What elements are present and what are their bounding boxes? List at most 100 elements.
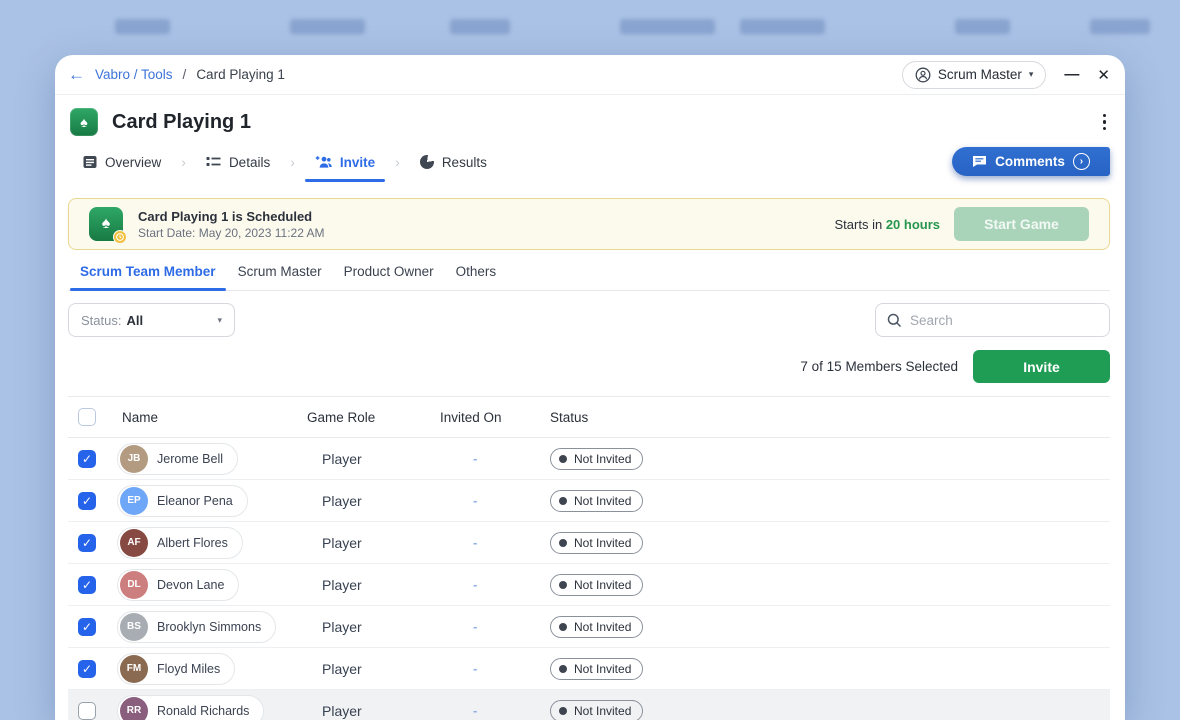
- invited-on-cell: -: [437, 451, 550, 466]
- details-icon: [206, 155, 221, 169]
- minimize-button[interactable]: —: [1064, 66, 1079, 83]
- invite-button[interactable]: Invite: [973, 350, 1110, 383]
- chevron-separator-icon: ›: [395, 154, 400, 170]
- member-chip[interactable]: DL Devon Lane: [117, 569, 239, 601]
- game-role-cell: Player: [307, 451, 437, 467]
- filter-row: Status: All ▾: [68, 303, 1110, 337]
- invited-on-cell: -: [437, 661, 550, 676]
- table-row: RR Ronald Richards Player - Not Invited: [68, 690, 1110, 720]
- role-tab-product-owner[interactable]: Product Owner: [334, 264, 444, 290]
- role-tab-scrum-team-member[interactable]: Scrum Team Member: [70, 264, 226, 290]
- tab-label: Invite: [340, 155, 375, 170]
- search-input[interactable]: [910, 313, 1098, 328]
- tab-details[interactable]: Details: [200, 148, 276, 176]
- window-controls: Scrum Master ▾ — ✕: [902, 61, 1110, 89]
- tab-label: Details: [229, 155, 270, 170]
- breadcrumb-link[interactable]: Vabro / Tools: [95, 67, 173, 82]
- status-filter-dropdown[interactable]: Status: All ▾: [68, 303, 235, 337]
- row-checkbox[interactable]: [78, 450, 96, 468]
- kebab-menu-icon[interactable]: [1099, 110, 1111, 135]
- breadcrumb-separator: /: [183, 67, 187, 82]
- status-dot-icon: [559, 623, 567, 631]
- avatar: EP: [120, 487, 148, 515]
- member-name: Albert Flores: [157, 536, 228, 550]
- starts-in-text: Starts in 20 hours: [835, 217, 941, 232]
- banner-title: Card Playing 1 is Scheduled: [138, 209, 325, 224]
- status-badge: Not Invited: [550, 574, 643, 596]
- invited-on-cell: -: [437, 535, 550, 550]
- close-button[interactable]: ✕: [1097, 66, 1110, 84]
- status-dot-icon: [559, 665, 567, 673]
- status-badge: Not Invited: [550, 532, 643, 554]
- tab-overview[interactable]: Overview: [77, 148, 167, 176]
- invited-on-cell: -: [437, 619, 550, 634]
- role-tab-others[interactable]: Others: [446, 264, 507, 290]
- status-dot-icon: [559, 707, 567, 715]
- breadcrumb: ← Vabro / Tools / Card Playing 1: [68, 66, 285, 83]
- status-filter-label: Status:: [81, 313, 121, 328]
- row-checkbox[interactable]: [78, 702, 96, 720]
- member-chip[interactable]: JB Jerome Bell: [117, 443, 238, 475]
- table-row: DL Devon Lane Player - Not Invited: [68, 564, 1110, 606]
- status-text: Not Invited: [574, 662, 631, 676]
- table-row: JB Jerome Bell Player - Not Invited: [68, 438, 1110, 480]
- role-tab-scrum-master[interactable]: Scrum Master: [228, 264, 332, 290]
- status-dot-icon: [559, 581, 567, 589]
- member-name: Jerome Bell: [157, 452, 223, 466]
- start-game-button[interactable]: Start Game: [954, 207, 1089, 241]
- tab-invite[interactable]: Invite: [309, 148, 381, 176]
- member-chip[interactable]: FM Floyd Miles: [117, 653, 235, 685]
- member-chip[interactable]: RR Ronald Richards: [117, 695, 264, 720]
- member-name: Devon Lane: [157, 578, 224, 592]
- table-row: BS Brooklyn Simmons Player - Not Invited: [68, 606, 1110, 648]
- breadcrumb-current: Card Playing 1: [196, 67, 285, 82]
- status-text: Not Invited: [574, 704, 631, 718]
- select-all-checkbox[interactable]: [78, 408, 96, 426]
- game-role-cell: Player: [307, 577, 437, 593]
- table-row: AF Albert Flores Player - Not Invited: [68, 522, 1110, 564]
- back-arrow-icon[interactable]: ←: [68, 66, 85, 83]
- user-icon: [915, 67, 931, 83]
- status-filter-value: All: [126, 313, 212, 328]
- member-chip[interactable]: BS Brooklyn Simmons: [117, 611, 276, 643]
- status-text: Not Invited: [574, 536, 631, 550]
- game-role-cell: Player: [307, 493, 437, 509]
- table-row: FM Floyd Miles Player - Not Invited: [68, 648, 1110, 690]
- row-checkbox[interactable]: [78, 492, 96, 510]
- member-name: Floyd Miles: [157, 662, 220, 676]
- chevron-down-icon: ▾: [217, 315, 222, 326]
- member-chip[interactable]: EP Eleanor Pena: [117, 485, 248, 517]
- row-checkbox[interactable]: [78, 660, 96, 678]
- row-checkbox[interactable]: [78, 618, 96, 636]
- row-checkbox[interactable]: [78, 576, 96, 594]
- circle-arrow-icon: ›: [1073, 153, 1090, 170]
- card-playing-scheduled-icon: ♠: [89, 207, 123, 241]
- status-badge: Not Invited: [550, 490, 643, 512]
- app-window: ← Vabro / Tools / Card Playing 1 Scrum M…: [55, 55, 1125, 720]
- avatar: RR: [120, 697, 148, 720]
- scheduled-banner: ♠ Card Playing 1 is Scheduled Start Date…: [68, 198, 1110, 250]
- workflow-tabs: Overview › Details › Invite › Results Co…: [55, 145, 1125, 179]
- avatar: DL: [120, 571, 148, 599]
- status-text: Not Invited: [574, 494, 631, 508]
- members-selected-summary: 7 of 15 Members Selected: [800, 359, 958, 374]
- game-role-cell: Player: [307, 703, 437, 719]
- comments-button[interactable]: Comments ›: [952, 147, 1110, 176]
- chevron-separator-icon: ›: [181, 154, 186, 170]
- game-role-cell: Player: [307, 661, 437, 677]
- members-table: Name Game Role Invited On Status JB Jero…: [68, 396, 1110, 720]
- row-checkbox[interactable]: [78, 534, 96, 552]
- banner-start-date: Start Date: May 20, 2023 11:22 AM: [138, 226, 325, 240]
- overview-icon: [83, 155, 97, 169]
- tab-results[interactable]: Results: [414, 148, 493, 176]
- status-badge: Not Invited: [550, 658, 643, 680]
- status-text: Not Invited: [574, 620, 631, 634]
- member-name: Brooklyn Simmons: [157, 620, 261, 634]
- spade-glyph: ♠: [80, 114, 87, 130]
- tab-label: Overview: [105, 155, 161, 170]
- user-role-dropdown[interactable]: Scrum Master ▾: [902, 61, 1047, 89]
- starts-in-value: 20 hours: [886, 217, 940, 232]
- status-text: Not Invited: [574, 578, 631, 592]
- member-chip[interactable]: AF Albert Flores: [117, 527, 243, 559]
- avatar: FM: [120, 655, 148, 683]
